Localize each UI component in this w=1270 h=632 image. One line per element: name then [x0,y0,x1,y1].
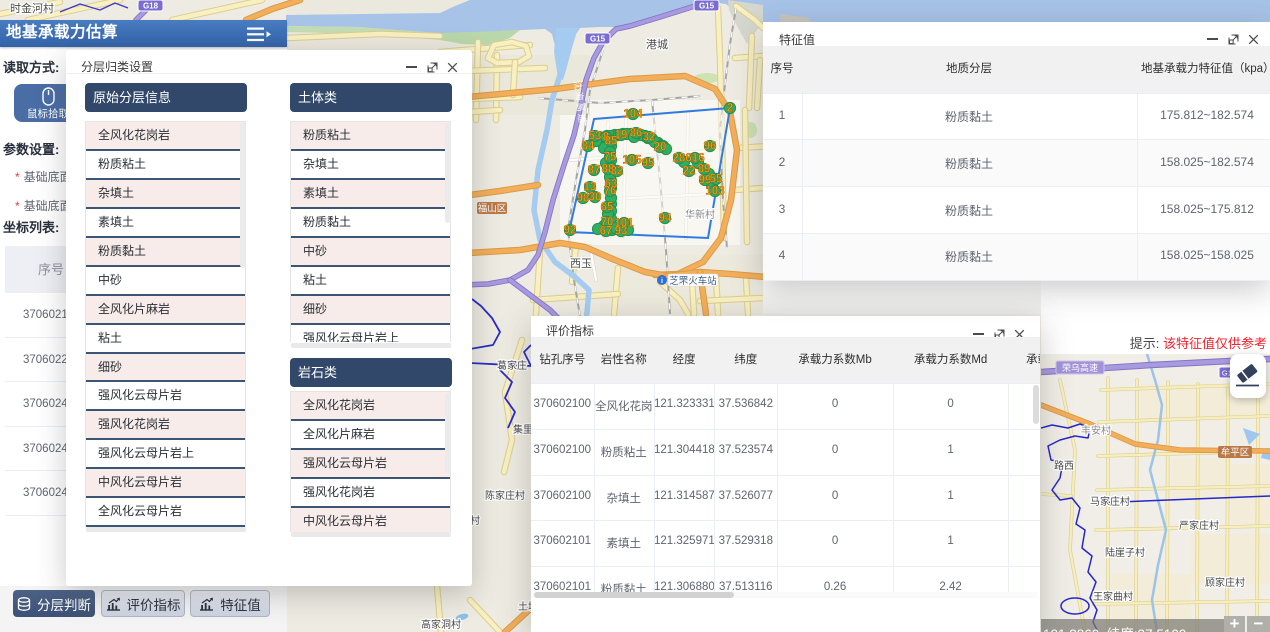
svg-text:牟平区: 牟平区 [1221,447,1250,459]
svg-text:华新村: 华新村 [685,208,715,221]
svg-text:65: 65 [601,202,614,214]
svg-text:30: 30 [589,192,602,204]
svg-text:96: 96 [704,141,717,153]
svg-text:路西: 路西 [1054,459,1074,472]
svg-text:20: 20 [654,142,667,154]
svg-text:G15: G15 [699,2,715,11]
svg-text:87: 87 [588,165,601,177]
svg-text:王家曲村: 王家曲村 [1093,590,1133,603]
svg-text:芝罘火车站: 芝罘火车站 [669,275,717,287]
svg-text:105: 105 [622,155,642,167]
svg-text:西玉: 西玉 [570,258,592,270]
svg-text:集里: 集里 [513,423,533,436]
svg-text:28: 28 [673,153,686,165]
svg-text:103: 103 [705,186,724,198]
svg-text:福山区: 福山区 [478,203,507,215]
svg-text:陆崖子村: 陆崖子村 [1105,546,1145,559]
svg-text:G18: G18 [143,2,159,11]
svg-text:时金河村: 时金河村 [10,1,54,15]
svg-text:82: 82 [611,166,624,178]
svg-text:顾家庄村: 顾家庄村 [1205,576,1245,589]
svg-text:94: 94 [659,213,672,225]
svg-text:港城: 港城 [646,38,668,51]
svg-text:22: 22 [683,166,696,178]
svg-text:i: i [661,278,663,285]
svg-text:67: 67 [600,226,613,238]
svg-text:荣乌高速: 荣乌高速 [1062,362,1098,373]
svg-text:2: 2 [727,103,733,115]
svg-text:陈家庄村: 陈家庄村 [485,489,525,502]
svg-text:葛家庄: 葛家庄 [497,359,527,372]
svg-text:85: 85 [605,136,618,148]
svg-text:马家庄村: 马家庄村 [1090,495,1130,508]
svg-text:丰安村: 丰安村 [1081,424,1111,437]
svg-text:92: 92 [564,225,577,237]
svg-text:86: 86 [630,128,643,140]
svg-text:95: 95 [642,158,655,170]
svg-text:高家洞村: 高家洞村 [421,618,461,631]
svg-text:严家庄村: 严家庄村 [1179,519,1219,532]
svg-text:55: 55 [710,174,723,186]
svg-text:104: 104 [623,109,643,121]
svg-text:93: 93 [615,226,628,238]
svg-text:76: 76 [604,186,617,198]
svg-text:75: 75 [604,152,617,164]
svg-text:G15: G15 [590,35,606,44]
svg-text:84: 84 [582,141,595,153]
